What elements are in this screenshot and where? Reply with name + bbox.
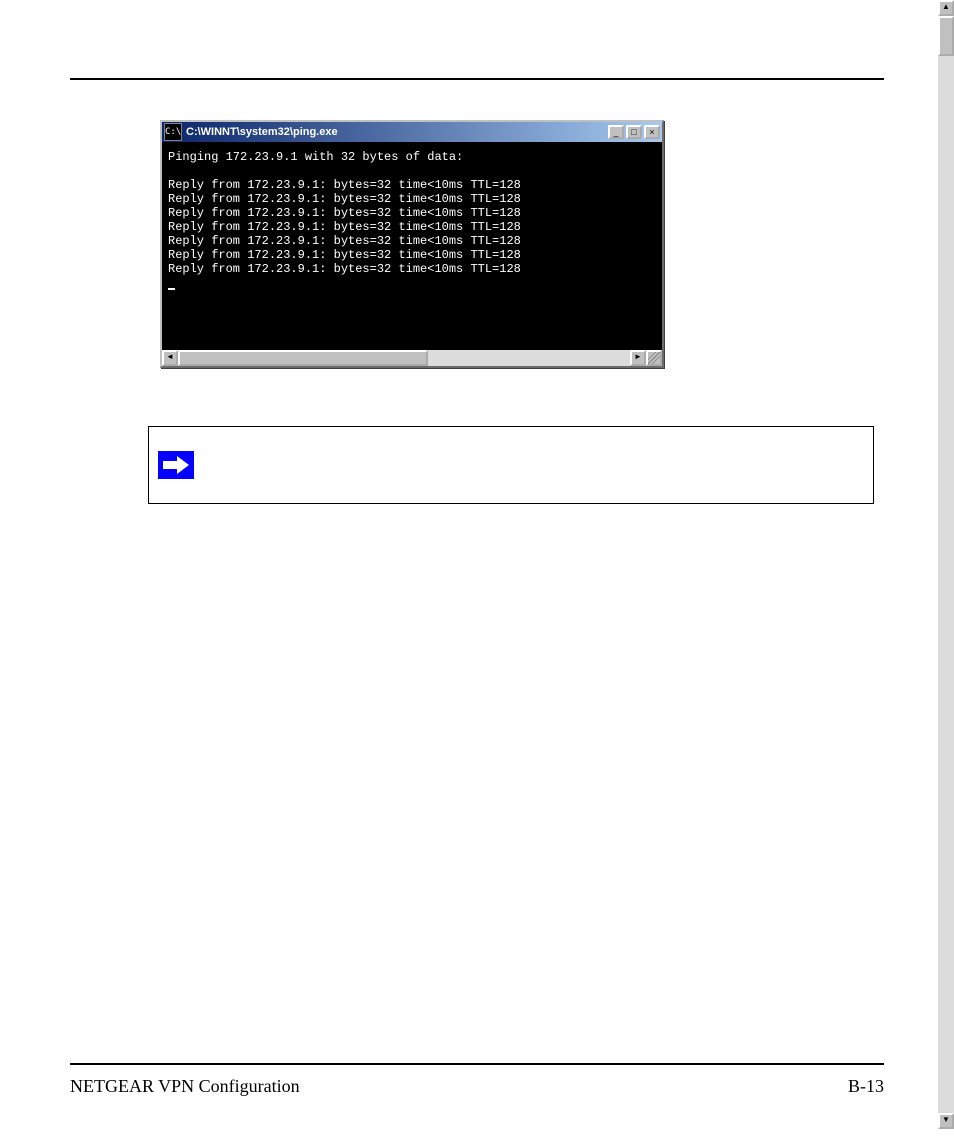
scroll-left-icon[interactable]: ◄ [162, 350, 178, 366]
terminal-line: Reply from 172.23.9.1: bytes=32 time<10m… [168, 192, 521, 206]
terminal-line: Reply from 172.23.9.1: bytes=32 time<10m… [168, 248, 521, 262]
scroll-right-icon[interactable]: ► [630, 350, 646, 366]
footer-page-number: B-13 [848, 1076, 884, 1097]
window-title: C:\WINNT\system32\ping.exe [186, 126, 606, 138]
minimize-button[interactable]: _ [608, 125, 624, 139]
top-horizontal-rule [70, 78, 884, 80]
terminal-line: Reply from 172.23.9.1: bytes=32 time<10m… [168, 262, 521, 276]
maximize-button[interactable]: □ [626, 125, 642, 139]
terminal-output: Pinging 172.23.9.1 with 32 bytes of data… [162, 142, 662, 350]
resize-grip-icon[interactable] [646, 350, 662, 366]
command-window: C:\ C:\WINNT\system32\ping.exe _ □ × Pin… [160, 120, 664, 368]
hscroll-thumb[interactable] [178, 350, 428, 366]
arrow-right-icon [158, 451, 194, 479]
footer-left: NETGEAR VPN Configuration [70, 1076, 300, 1097]
page-footer: NETGEAR VPN Configuration B-13 [70, 1076, 884, 1097]
hscroll-track[interactable] [178, 350, 630, 366]
vertical-scrollbar[interactable]: ▲ ▼ [938, 0, 954, 1129]
terminal-line: Reply from 172.23.9.1: bytes=32 time<10m… [168, 234, 521, 248]
note-icon-cell [149, 427, 203, 503]
scroll-up-icon[interactable]: ▲ [938, 0, 954, 16]
note-callout [148, 426, 874, 504]
note-body [203, 427, 873, 503]
bottom-horizontal-rule [70, 1063, 884, 1065]
horizontal-scrollbar[interactable]: ◄ ► [162, 350, 662, 366]
terminal-line: Pinging 172.23.9.1 with 32 bytes of data… [168, 150, 463, 164]
terminal-line: Reply from 172.23.9.1: bytes=32 time<10m… [168, 220, 521, 234]
scroll-down-icon[interactable]: ▼ [938, 1113, 954, 1129]
vscroll-thumb[interactable] [938, 16, 954, 56]
window-titlebar: C:\ C:\WINNT\system32\ping.exe _ □ × [162, 122, 662, 142]
terminal-cursor [168, 288, 175, 290]
terminal-line: Reply from 172.23.9.1: bytes=32 time<10m… [168, 206, 521, 220]
terminal-line: Reply from 172.23.9.1: bytes=32 time<10m… [168, 178, 521, 192]
cmd-icon: C:\ [164, 123, 182, 141]
close-button[interactable]: × [644, 125, 660, 139]
